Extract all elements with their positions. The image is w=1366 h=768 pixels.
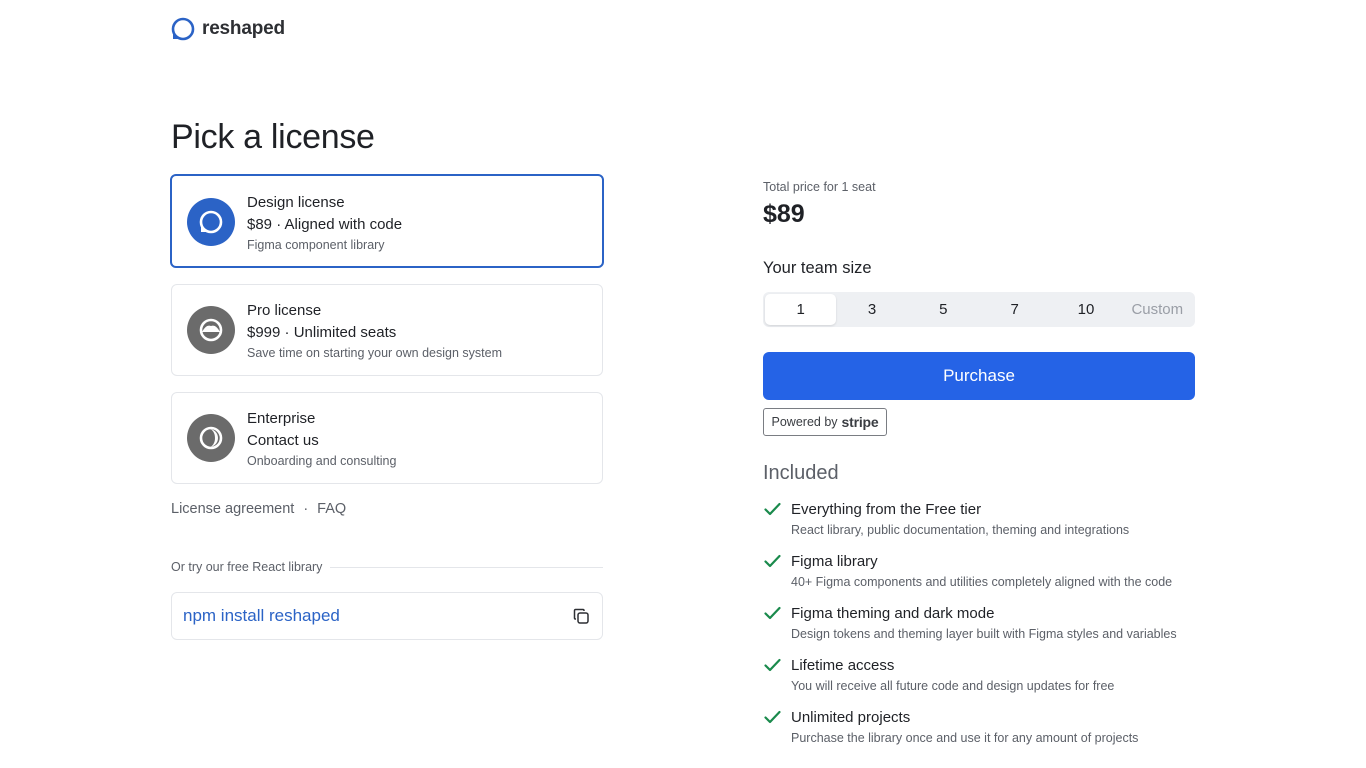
stripe-logo: stripe [841, 414, 879, 430]
npm-install-command[interactable]: npm install reshaped [183, 606, 571, 626]
license-description: Save time on starting your own design sy… [247, 346, 502, 360]
license-agreement-link[interactable]: License agreement [171, 501, 294, 517]
list-item: Figma theming and dark mode Design token… [763, 604, 1203, 656]
license-name: Design license [247, 194, 345, 211]
license-price: Contact us [247, 432, 319, 449]
powered-by-stripe-badge[interactable]: Powered by stripe [763, 408, 887, 436]
license-price: $999 · Unlimited seats [247, 324, 397, 341]
team-size-option-7[interactable]: 7 [979, 294, 1050, 325]
included-title: Included [763, 462, 839, 484]
enterprise-icon [187, 414, 235, 462]
team-size-option-5[interactable]: 5 [908, 294, 979, 325]
included-item-description: Design tokens and theming layer built wi… [791, 627, 1177, 641]
license-card-enterprise[interactable]: Enterprise Contact us Onboarding and con… [171, 392, 603, 484]
list-item: Lifetime access You will receive all fut… [763, 656, 1203, 708]
npm-install-box: npm install reshaped [171, 592, 603, 640]
included-item-description: You will receive all future code and des… [791, 679, 1115, 693]
list-item: Unlimited projects Purchase the library … [763, 708, 1203, 760]
purchase-button[interactable]: Purchase [763, 352, 1195, 400]
license-description: Figma component library [247, 238, 385, 252]
list-item: Figma library 40+ Figma components and u… [763, 552, 1203, 604]
reshaped-logo-icon [171, 17, 195, 41]
license-card-design[interactable]: Design license $89 · Aligned with code F… [170, 174, 604, 268]
design-license-icon [187, 198, 235, 246]
included-item-title: Figma theming and dark mode [791, 605, 995, 622]
team-size-selector: 1 3 5 7 10 Custom [763, 292, 1195, 327]
team-size-label: Your team size [763, 259, 872, 277]
included-item-title: Unlimited projects [791, 709, 911, 726]
team-size-option-3[interactable]: 3 [836, 294, 907, 325]
license-description: Onboarding and consulting [247, 454, 397, 468]
total-price: $89 [763, 200, 805, 228]
faq-link[interactable]: FAQ [317, 501, 346, 517]
team-size-option-10[interactable]: 10 [1050, 294, 1121, 325]
included-item-title: Figma library [791, 553, 878, 570]
check-icon [764, 658, 781, 672]
included-item-description: 40+ Figma components and utilities compl… [791, 575, 1173, 589]
team-size-option-custom[interactable]: Custom [1122, 294, 1193, 325]
license-name: Enterprise [247, 410, 316, 427]
included-item-title: Everything from the Free tier [791, 501, 982, 518]
powered-by-label: Powered by [771, 415, 838, 429]
footer-links: License agreement · FAQ [171, 501, 346, 517]
included-item-description: React library, public documentation, the… [791, 523, 1130, 537]
check-icon [764, 502, 781, 516]
free-library-label: Or try our free React library [171, 560, 323, 574]
total-price-label: Total price for 1 seat [763, 180, 876, 194]
included-item-description: Purchase the library once and use it for… [791, 731, 1139, 745]
divider-line [330, 566, 603, 568]
license-price: $89 · Aligned with code [247, 216, 403, 233]
brand-name: reshaped [202, 18, 285, 39]
brand-logo[interactable]: reshaped [171, 17, 285, 41]
check-icon [764, 606, 781, 620]
list-item: Everything from the Free tier React libr… [763, 500, 1203, 552]
license-card-pro[interactable]: Pro license $999 · Unlimited seats Save … [171, 284, 603, 376]
free-library-divider: Or try our free React library [171, 560, 603, 574]
included-item-title: Lifetime access [791, 657, 895, 674]
copy-icon[interactable] [571, 606, 591, 626]
check-icon [764, 710, 781, 724]
page-title: Pick a license [171, 118, 375, 156]
link-separator: · [303, 501, 309, 517]
included-list: Everything from the Free tier React libr… [763, 500, 1203, 760]
team-size-option-1[interactable]: 1 [765, 294, 837, 325]
pro-license-icon [187, 306, 235, 354]
check-icon [764, 554, 781, 568]
license-name: Pro license [247, 302, 322, 319]
